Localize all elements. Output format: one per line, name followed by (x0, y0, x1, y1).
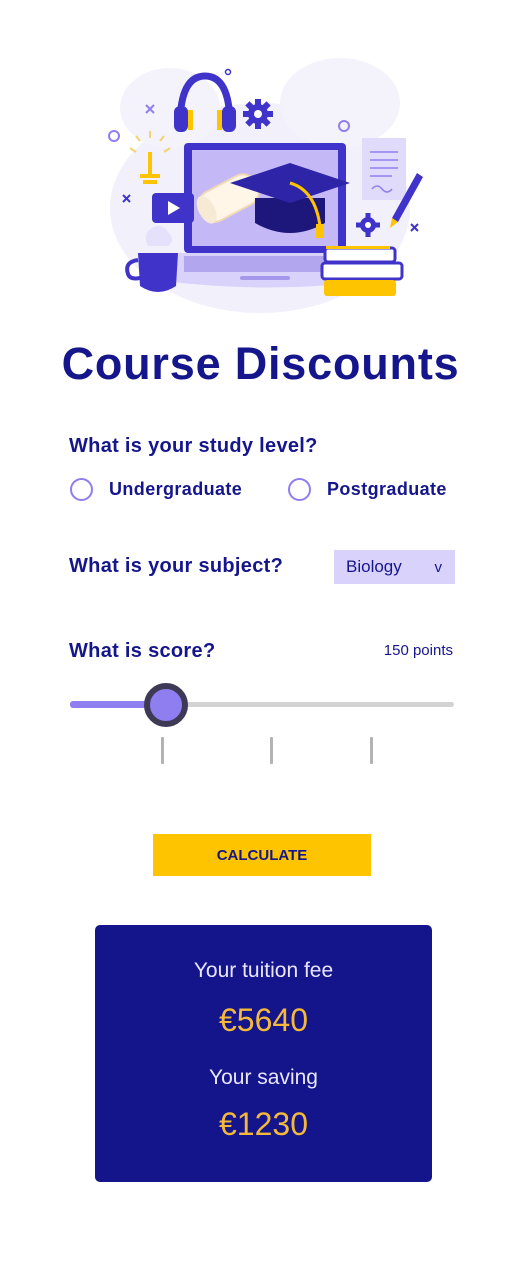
saving-value: €1230 (219, 1106, 308, 1142)
subject-selected-value: Biology (346, 557, 402, 576)
slider-thumb[interactable] (144, 683, 188, 727)
score-value: 150 points (383, 642, 453, 659)
play-icon (152, 193, 194, 223)
postgraduate-radio[interactable]: Postgraduate (288, 478, 447, 501)
study-level-question: What is your study level? (69, 435, 318, 457)
chevron-down-icon: v (434, 558, 443, 576)
tuition-fee-label: Your tuition fee (193, 959, 334, 982)
slider-tick (161, 737, 164, 764)
calculate-button[interactable]: CALCULATE (153, 834, 371, 876)
saving-label: Your saving (209, 1066, 318, 1089)
radio-circle-icon[interactable] (288, 478, 311, 501)
score-question: What is score? (69, 640, 216, 662)
undergraduate-radio[interactable]: Undergraduate (70, 478, 242, 501)
radio-circle-icon[interactable] (70, 478, 93, 501)
books-icon (320, 246, 404, 296)
score-slider[interactable] (70, 683, 454, 727)
subject-question: What is your subject? (69, 555, 284, 577)
document-icon (362, 138, 406, 200)
slider-tick (270, 737, 273, 764)
gear-icon (243, 99, 273, 129)
slider-tick (370, 737, 373, 764)
education-illustration (108, 58, 423, 313)
tuition-fee-value: €5640 (219, 1002, 308, 1038)
postgraduate-label: Postgraduate (327, 479, 447, 499)
page-title: Course Discounts (61, 338, 460, 389)
subject-select[interactable]: Biology v (334, 550, 455, 584)
result-card: Your tuition fee €5640 Your saving €1230 (95, 925, 432, 1182)
undergraduate-label: Undergraduate (109, 479, 243, 499)
